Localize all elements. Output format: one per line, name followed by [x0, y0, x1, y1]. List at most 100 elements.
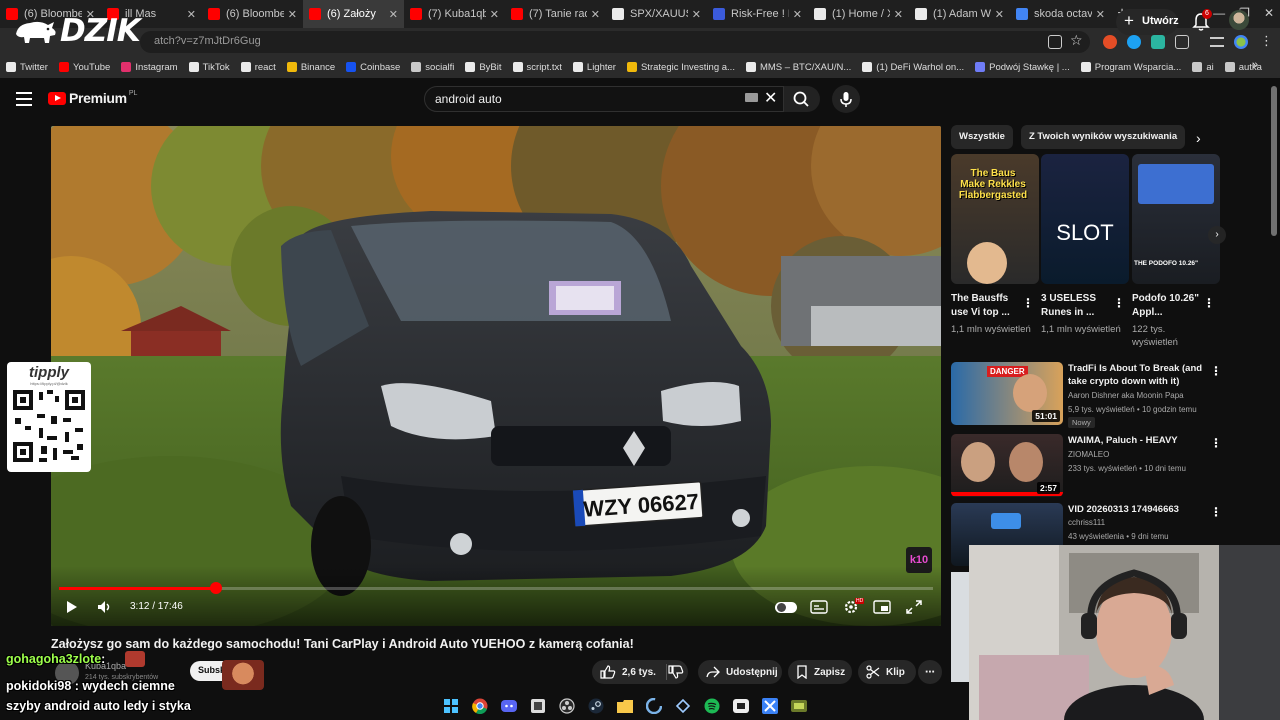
browser-tab[interactable]: (6) Założy ✕: [303, 0, 404, 28]
bookmark-item[interactable]: Coinbase: [346, 62, 400, 73]
short-thumbnail[interactable]: The Baus Make Rekkles Flabbergasted: [951, 154, 1039, 284]
tab-close-icon[interactable]: ✕: [288, 8, 297, 21]
keyboard-icon[interactable]: [745, 93, 758, 102]
short-title[interactable]: 3 USELESS Runes in ...: [1041, 292, 1113, 320]
file-explorer-icon[interactable]: [614, 695, 636, 717]
browser-tab[interactable]: (6) Bloomberg ✕: [202, 0, 303, 28]
account-avatar[interactable]: [1229, 10, 1249, 30]
discord-icon[interactable]: [498, 695, 520, 717]
bookmark-item[interactable]: MMS – BTC/XAU/N...: [745, 62, 851, 73]
miniplayer-icon[interactable]: [873, 600, 891, 614]
bookmark-item[interactable]: Lighter: [572, 62, 616, 73]
tab-close-icon[interactable]: ✕: [187, 8, 196, 21]
save-button[interactable]: Zapisz: [788, 660, 852, 684]
tab-close-icon[interactable]: ✕: [490, 8, 499, 21]
video-title[interactable]: TradFi Is About To Break (and take crypt…: [1068, 362, 1208, 388]
video-thumbnail-partial[interactable]: [951, 572, 969, 682]
video-channel[interactable]: cchriss111: [1068, 518, 1105, 527]
bookmark-item[interactable]: Program Wsparcia...: [1080, 62, 1181, 73]
spotify-icon[interactable]: [701, 695, 723, 717]
profile-avatar-icon[interactable]: [1234, 35, 1248, 49]
video-channel[interactable]: ZIOMALEO: [1068, 450, 1109, 459]
short-title[interactable]: Podofo 10.26" Appl...: [1132, 292, 1204, 320]
video-more-icon[interactable]: ⋮: [1210, 364, 1222, 378]
page-scrollbar[interactable]: [1271, 86, 1277, 236]
bookmark-item[interactable]: Strategic Investing a...: [626, 62, 735, 73]
bookmark-item[interactable]: script.txt: [512, 62, 562, 73]
bookmark-item[interactable]: socialfi: [411, 62, 454, 73]
short-thumbnail[interactable]: SLOT: [1041, 154, 1129, 284]
shorts-next-chevron-icon[interactable]: ›: [1208, 226, 1226, 244]
menu-kebab-icon[interactable]: ⋮: [1260, 33, 1273, 49]
reading-list-icon[interactable]: [1210, 37, 1224, 47]
tab-close-icon[interactable]: ✕: [793, 8, 802, 21]
app-icon[interactable]: [672, 695, 694, 717]
app-icon[interactable]: [759, 695, 781, 717]
app-icon[interactable]: [527, 695, 549, 717]
minimize-icon[interactable]: —: [1213, 6, 1225, 20]
bookmark-item[interactable]: ByBit: [465, 62, 502, 73]
subtitles-icon[interactable]: [810, 600, 828, 614]
bookmarks-overflow-icon[interactable]: »: [1252, 59, 1258, 71]
search-button[interactable]: [784, 86, 820, 112]
short-thumbnail[interactable]: THE PODOFO 10.26": [1132, 154, 1220, 284]
bookmark-item[interactable]: YouTube: [58, 62, 110, 73]
bookmark-item[interactable]: Instagram: [121, 62, 178, 73]
video-channel[interactable]: Aaron Dishner aka Moonin Papa: [1068, 391, 1184, 400]
bookmark-item[interactable]: Twitter: [6, 62, 48, 73]
video-thumbnail[interactable]: 2:57: [951, 434, 1063, 497]
windows-start-icon[interactable]: [440, 695, 462, 717]
more-actions-button[interactable]: ⋯: [918, 660, 942, 684]
youtube-logo[interactable]: Premium PL: [48, 90, 137, 106]
chip-from-your-search[interactable]: Z Twoich wyników wyszukiwania: [1020, 125, 1186, 149]
close-icon[interactable]: ✕: [1264, 6, 1274, 20]
video-more-icon[interactable]: ⋮: [1210, 436, 1222, 450]
bookmark-item[interactable]: (1) DeFi Warhol on...: [862, 62, 964, 73]
share-button[interactable]: Udostępnij: [698, 660, 782, 684]
install-app-icon[interactable]: [1048, 35, 1062, 49]
video-title[interactable]: VID 20260313 174946663: [1068, 503, 1208, 516]
search-input[interactable]: android auto: [424, 86, 784, 112]
tab-close-icon[interactable]: ✕: [591, 8, 600, 21]
extension-icon[interactable]: [1127, 35, 1141, 49]
app-icon[interactable]: [730, 695, 752, 717]
extensions-puzzle-icon[interactable]: [1175, 35, 1189, 49]
app-icon[interactable]: [788, 695, 810, 717]
autoplay-toggle[interactable]: [775, 602, 797, 613]
chip-all[interactable]: Wszystkie: [951, 125, 1013, 149]
video-player[interactable]: WZY 06627 k10: [51, 126, 941, 626]
browser-tab[interactable]: (1) Home / X ✕: [808, 0, 909, 28]
bookmark-item[interactable]: TikTok: [188, 62, 230, 73]
voice-search-button[interactable]: [832, 85, 860, 113]
volume-icon[interactable]: [97, 600, 113, 614]
bookmark-item[interactable]: ai: [1192, 62, 1214, 73]
tab-close-icon[interactable]: ✕: [1096, 8, 1105, 21]
obs-icon[interactable]: [556, 695, 578, 717]
video-thumbnail[interactable]: DANGER 51:01: [951, 362, 1063, 425]
short-more-icon[interactable]: ⋮: [1022, 296, 1034, 310]
thumbs-down-icon[interactable]: [668, 665, 684, 679]
tab-close-icon[interactable]: ✕: [995, 8, 1004, 21]
steam-icon[interactable]: [585, 695, 607, 717]
short-title[interactable]: The Bausffs use Vi top ...: [951, 292, 1023, 320]
browser-tab[interactable]: skoda octavia ✕: [1010, 0, 1111, 28]
short-more-icon[interactable]: ⋮: [1113, 296, 1125, 310]
video-title[interactable]: WAIMA, Paluch - HEAVY: [1068, 434, 1208, 447]
short-more-icon[interactable]: ⋮: [1203, 296, 1215, 310]
extension-icon[interactable]: [1103, 35, 1117, 49]
extension-icon[interactable]: [1151, 35, 1165, 49]
fullscreen-icon[interactable]: [905, 600, 923, 614]
ccleaner-icon[interactable]: [643, 695, 665, 717]
video-progress-bar[interactable]: [59, 587, 933, 590]
browser-tab[interactable]: (7) Kuba1qba ✕: [404, 0, 505, 28]
hamburger-menu-icon[interactable]: [16, 92, 32, 106]
video-more-icon[interactable]: ⋮: [1210, 505, 1222, 519]
browser-tab[interactable]: (7) Tanie radio ✕: [505, 0, 606, 28]
browser-tab[interactable]: Risk-Free ! No ✕: [707, 0, 808, 28]
tab-close-icon[interactable]: ✕: [389, 8, 398, 21]
bookmark-item[interactable]: react: [240, 62, 276, 73]
clip-button[interactable]: Klip: [858, 660, 916, 684]
tab-close-icon[interactable]: ✕: [692, 8, 701, 21]
play-icon[interactable]: [66, 600, 78, 614]
chips-next-chevron-icon[interactable]: ›: [1196, 130, 1201, 146]
